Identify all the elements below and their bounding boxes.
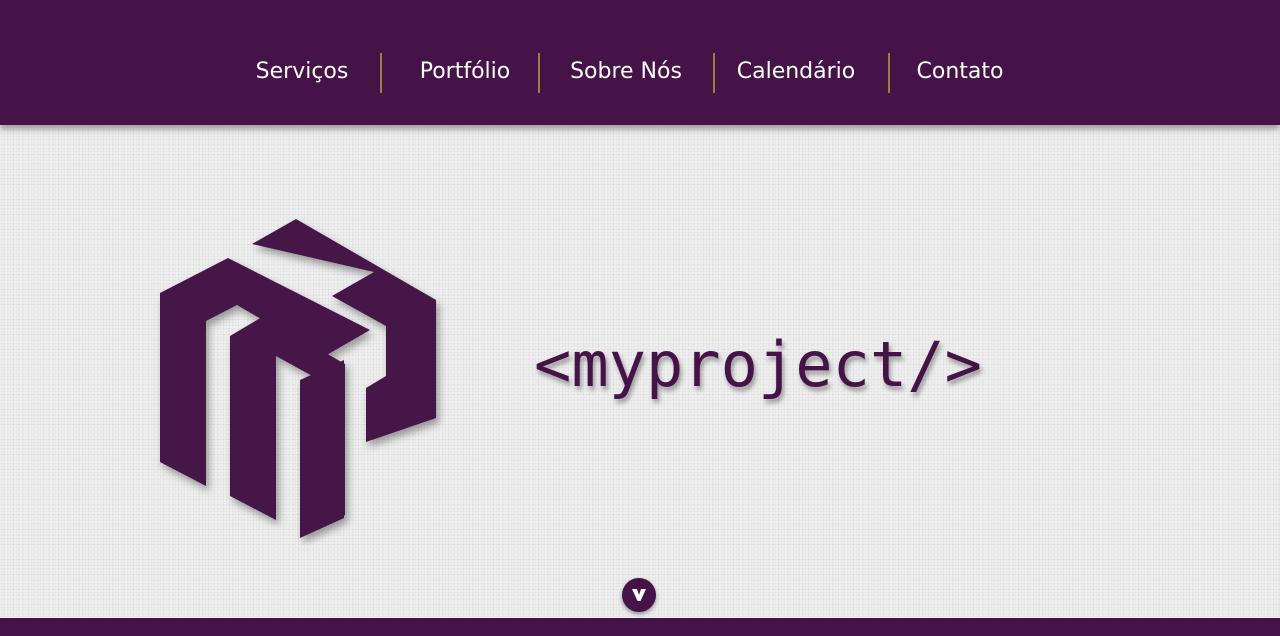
footer-bar <box>0 618 1280 636</box>
nav-divider <box>380 53 382 93</box>
nav-link-contato[interactable]: Contato <box>917 52 1004 92</box>
cube-m-logo-icon <box>160 219 436 538</box>
nav-divider <box>538 53 540 93</box>
brand-name: <myproject/> <box>534 328 982 401</box>
nav-divider <box>713 53 715 93</box>
scroll-down-button[interactable] <box>622 578 656 612</box>
nav-link-servicos[interactable]: Serviços <box>256 52 349 92</box>
nav-link-portfolio[interactable]: Portfólio <box>420 52 511 92</box>
nav-link-calendario[interactable]: Calendário <box>737 52 856 92</box>
nav-divider <box>888 53 890 93</box>
chevron-down-icon <box>632 589 646 601</box>
top-navigation: Serviços Portfólio Sobre Nós Calendário … <box>0 0 1280 125</box>
nav-link-sobre-nos[interactable]: Sobre Nós <box>570 52 682 92</box>
